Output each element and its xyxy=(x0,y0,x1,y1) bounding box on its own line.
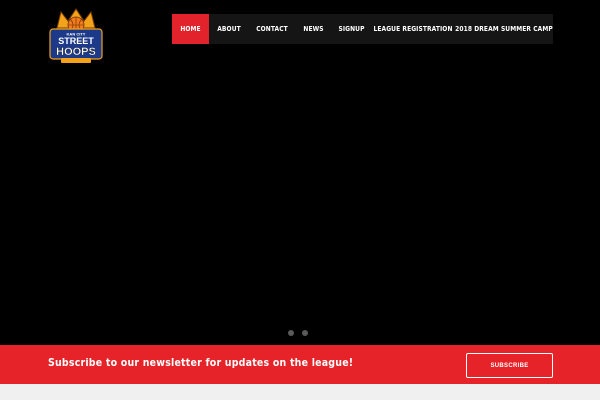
street-hoops-logo[interactable]: KAN CITY STREET HOOPS xyxy=(47,8,105,64)
footer-strip xyxy=(0,384,600,400)
logo-line3: HOOPS xyxy=(56,46,96,58)
nav-item-signup[interactable]: SIGNUP xyxy=(332,14,371,44)
subscribe-button[interactable]: SUBSCRIBE xyxy=(466,353,553,378)
logo-line2: STREET xyxy=(58,36,94,46)
nav-item-home[interactable]: HOME xyxy=(172,14,209,44)
nav-item-news[interactable]: NEWS xyxy=(295,14,332,44)
newsletter-bar: Subscribe to our newsletter for updates … xyxy=(0,345,600,384)
slider-pagination xyxy=(288,330,308,336)
hero-slider: KAN CITY STREET HOOPS HOME ABOUT CONTACT… xyxy=(0,0,600,345)
newsletter-text: Subscribe to our newsletter for updates … xyxy=(48,357,354,369)
nav-item-about[interactable]: ABOUT xyxy=(209,14,249,44)
slider-dot-1[interactable] xyxy=(288,330,294,336)
nav-item-summer-camp[interactable]: 2018 DREAM SUMMER CAMP xyxy=(455,14,553,44)
nav-item-contact[interactable]: CONTACT xyxy=(249,14,295,44)
nav-item-league-registration[interactable]: LEAGUE REGISTRATION xyxy=(371,14,455,44)
slider-dot-2[interactable] xyxy=(302,330,308,336)
main-nav: HOME ABOUT CONTACT NEWS SIGNUP LEAGUE RE… xyxy=(172,14,553,44)
